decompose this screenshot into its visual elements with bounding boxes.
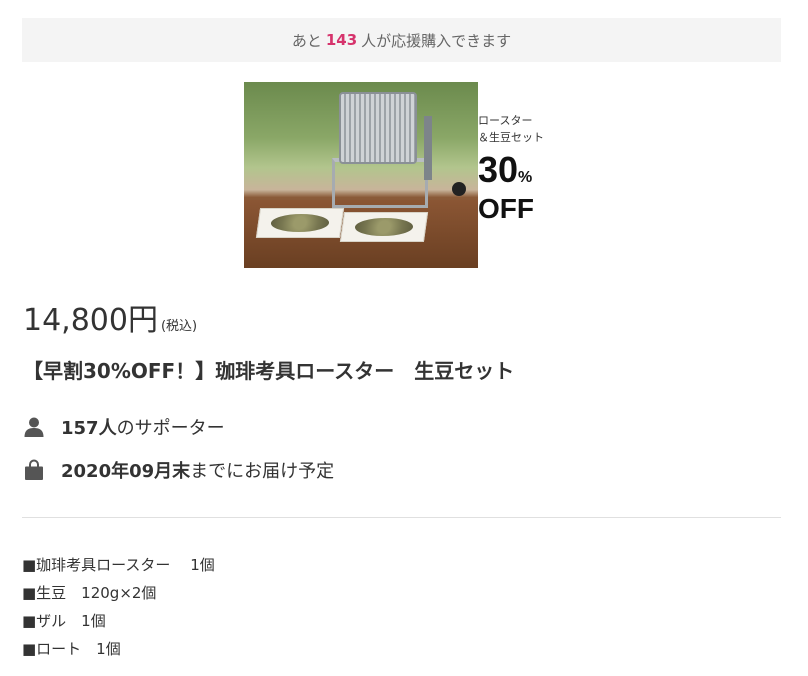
image-roaster-crank	[424, 116, 432, 180]
promo-off: OFF	[478, 193, 534, 224]
image-roaster-frame	[332, 158, 428, 208]
list-item: ■ザル 1個	[22, 612, 106, 630]
promo-line-set: ＆生豆セット	[478, 131, 544, 144]
divider	[22, 517, 781, 518]
promo-line-roaster: ロースター	[478, 114, 533, 127]
reward-contents-list: ■珈琲考具ロースター 1個 ■生豆 120g×2個 ■ザル 1個 ■ロート 1個	[22, 551, 215, 663]
remaining-count: 143	[325, 31, 358, 49]
price-tax-note: (税込)	[160, 319, 198, 334]
list-item: ■ロート 1個	[22, 640, 121, 658]
delivery-row: 2020年09月末 までにお届け予定	[23, 457, 334, 483]
remaining-prefix: あと	[291, 31, 322, 50]
product-title: 【早割30%OFF！】珈琲考具ロースター 生豆セット	[23, 359, 515, 383]
promo-overlay: ロースター ＆生豆セット 30% OFF	[478, 112, 568, 224]
image-roaster-drum	[339, 92, 417, 164]
delivery-date: 2020年09月末	[61, 461, 191, 482]
remaining-suffix: 人が応援購入できます	[361, 31, 512, 50]
supporters-count: 157人	[61, 418, 117, 439]
image-bean-plate	[255, 208, 345, 238]
product-image	[244, 82, 478, 268]
supporters-label: のサポーター	[116, 418, 225, 439]
list-item: ■生豆 120g×2個	[22, 584, 157, 602]
remaining-count-banner: あと 143 人が応援購入できます	[22, 18, 781, 62]
shopping-bag-icon	[25, 459, 43, 480]
price-amount: 14,800円	[23, 303, 158, 338]
list-item: ■珈琲考具ロースター 1個	[22, 556, 215, 574]
delivery-label: までにお届け予定	[190, 461, 335, 482]
supporters-row: 157人 のサポーター	[23, 414, 225, 440]
image-roaster-handle	[452, 182, 466, 196]
image-bean-plate	[339, 212, 429, 242]
person-icon	[24, 417, 44, 437]
price: 14,800円 (税込)	[23, 303, 197, 345]
promo-percent: 30%	[478, 149, 533, 190]
